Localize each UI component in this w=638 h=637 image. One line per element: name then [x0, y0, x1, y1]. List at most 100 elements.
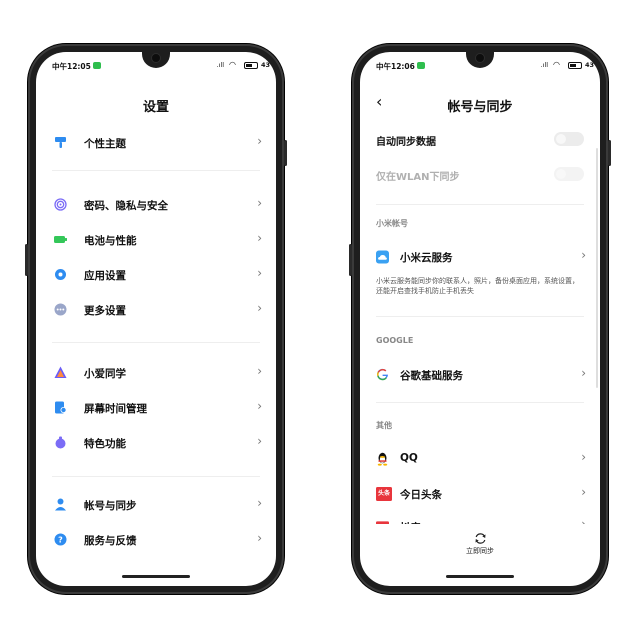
battery-level: 43: [260, 61, 270, 69]
auto-sync-toggle[interactable]: [554, 132, 584, 146]
wifi-icon: ◠: [553, 60, 560, 69]
settings-item-label: 屏幕时间管理: [84, 403, 147, 415]
battery-status-icon: [568, 62, 582, 69]
settings-item-label: 更多设置: [84, 305, 126, 317]
wlan-only-row[interactable]: 仅在WLAN下同步: [360, 160, 600, 190]
phone-left: 中午12:05 .ıll ◠ 43 设置 个性主题 › 密码、隐私与安全 › 电…: [25, 44, 287, 594]
toutiao-icon-text: 头条: [377, 490, 390, 497]
gear-icon: [54, 268, 67, 281]
wlan-only-label: 仅在WLAN下同步: [376, 172, 460, 183]
mi-cloud-row[interactable]: 小米云服务 ›: [360, 242, 600, 272]
google-g-icon: [376, 368, 389, 381]
toutiao-row[interactable]: 头条 今日头条 ›: [360, 479, 600, 509]
chevron-right-icon: ›: [257, 134, 262, 148]
settings-item-label: 密码、隐私与安全: [84, 200, 168, 212]
chevron-right-icon: ›: [257, 301, 262, 315]
partial-app-row[interactable]: 抖音 ›: [360, 514, 600, 524]
chevron-right-icon: ›: [581, 248, 586, 262]
account-sync-screen: 中午12:06 .ıll ◠ 43 ‹ 帐号与同步 自动同步数据 仅在WLAN下…: [360, 52, 600, 586]
section-other: 其他: [376, 421, 392, 430]
settings-item-label: 帐号与同步: [84, 500, 137, 512]
other-item-label: 今日头条: [400, 489, 442, 501]
home-indicator[interactable]: [122, 575, 190, 578]
battery-status-icon: [244, 62, 258, 69]
chevron-right-icon: ›: [257, 196, 262, 210]
sync-icon: [360, 530, 600, 544]
chevron-right-icon: ›: [257, 496, 262, 510]
chevron-right-icon: ›: [257, 434, 262, 448]
settings-item-battery[interactable]: 电池与性能 ›: [36, 225, 276, 255]
screen-time-icon: [54, 401, 67, 414]
toutiao-icon: 头条: [376, 486, 392, 501]
volume-button: [349, 244, 352, 276]
google-services-label: 谷歌基础服务: [400, 370, 463, 382]
partial-app-icon: [376, 520, 389, 524]
settings-item-label: 个性主题: [84, 138, 126, 150]
chevron-right-icon: ›: [581, 366, 586, 380]
xiaoai-icon: [54, 366, 67, 379]
settings-item-features[interactable]: 特色功能 ›: [36, 428, 276, 458]
signal-icon: .ıll: [216, 61, 224, 69]
wechat-notification-icon: [417, 62, 425, 69]
chevron-right-icon: ›: [581, 517, 586, 524]
volume-button: [25, 244, 28, 276]
brush-icon: [54, 136, 67, 149]
status-time: 中午12:05: [52, 62, 91, 71]
power-button: [284, 140, 287, 166]
status-time: 中午12:06: [376, 62, 415, 71]
settings-item-label: 应用设置: [84, 270, 126, 282]
person-icon: [54, 498, 67, 511]
chevron-right-icon: ›: [581, 485, 586, 499]
qq-penguin-icon: [376, 452, 389, 466]
chevron-right-icon: ›: [581, 450, 586, 464]
svg-text:?: ?: [58, 536, 63, 545]
fingerprint-icon: [54, 198, 67, 211]
mi-cloud-label: 小米云服务: [400, 252, 453, 264]
settings-item-label: 服务与反馈: [84, 535, 137, 547]
section-google: GOOGLE: [376, 336, 414, 345]
settings-item-theme[interactable]: 个性主题 ›: [36, 128, 276, 158]
google-services-row[interactable]: 谷歌基础服务 ›: [360, 360, 600, 390]
signal-icon: .ıll: [540, 61, 548, 69]
chevron-right-icon: ›: [257, 231, 262, 245]
settings-item-service-feedback[interactable]: ? 服务与反馈 ›: [36, 525, 276, 555]
other-item-label: QQ: [400, 452, 418, 464]
settings-item-more[interactable]: 更多设置 ›: [36, 295, 276, 325]
qq-row[interactable]: QQ ›: [360, 444, 600, 474]
cloud-icon: [376, 250, 389, 263]
battery-level: 43: [584, 61, 594, 69]
settings-item-label: 电池与性能: [84, 235, 137, 247]
wechat-notification-icon: [93, 62, 101, 69]
settings-item-privacy[interactable]: 密码、隐私与安全 ›: [36, 190, 276, 220]
settings-item-account-sync[interactable]: 帐号与同步 ›: [36, 490, 276, 520]
mi-cloud-description: 小米云服务能同步你的联系人，照片，备份桌面应用，系统设置，还能开启查找手机防止手…: [376, 277, 579, 295]
auto-sync-row[interactable]: 自动同步数据: [360, 125, 600, 155]
status-bar: 中午12:05 .ıll ◠ 43: [36, 52, 276, 76]
battery-icon: [54, 233, 67, 246]
auto-sync-label: 自动同步数据: [376, 137, 436, 148]
sync-now-button[interactable]: 立即同步: [360, 530, 600, 556]
settings-item-label: 小爱同学: [84, 368, 126, 380]
page-title: 设置: [142, 100, 169, 115]
settings-screen: 中午12:05 .ıll ◠ 43 设置 个性主题 › 密码、隐私与安全 › 电…: [36, 52, 276, 586]
power-button: [608, 140, 611, 166]
settings-item-screen-time[interactable]: 屏幕时间管理 ›: [36, 393, 276, 423]
divider: [52, 476, 260, 477]
divider: [376, 204, 584, 205]
settings-item-label: 特色功能: [84, 438, 126, 450]
wifi-icon: ◠: [229, 60, 236, 69]
other-item-label: 抖音: [400, 520, 421, 524]
settings-item-xiaoai[interactable]: 小爱同学 ›: [36, 358, 276, 388]
status-bar: 中午12:06 .ıll ◠ 43: [360, 52, 600, 76]
help-icon: ?: [54, 533, 67, 546]
feature-icon: [54, 436, 67, 449]
page-title: 帐号与同步: [447, 100, 513, 115]
chevron-right-icon: ›: [257, 531, 262, 545]
divider: [376, 402, 584, 403]
settings-item-apps[interactable]: 应用设置 ›: [36, 260, 276, 290]
home-indicator[interactable]: [446, 575, 514, 578]
phone-right: 中午12:06 .ıll ◠ 43 ‹ 帐号与同步 自动同步数据 仅在WLAN下…: [349, 44, 611, 594]
more-icon: [54, 303, 67, 316]
wlan-only-toggle[interactable]: [554, 167, 584, 181]
section-mi-account: 小米帐号: [376, 219, 408, 228]
